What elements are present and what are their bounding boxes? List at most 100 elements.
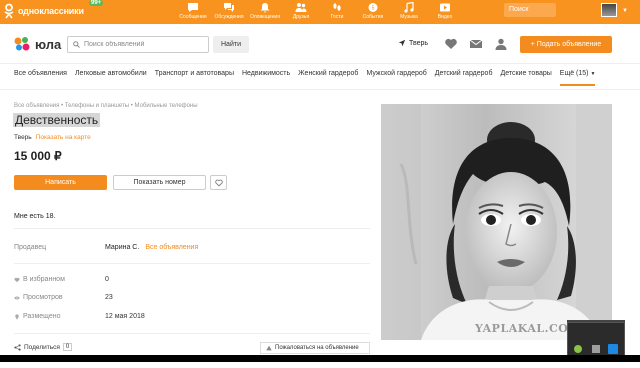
heart-icon <box>14 277 20 282</box>
category-item[interactable]: Все объявления <box>14 70 67 86</box>
category-item[interactable]: Мужской гардероб <box>366 70 426 86</box>
category-item[interactable]: Детский гардероб <box>435 70 493 86</box>
favorite-button[interactable] <box>210 175 227 190</box>
ok-nav-guests[interactable]: Гости <box>320 2 354 22</box>
mail-icon[interactable] <box>469 37 483 51</box>
stat-favorites: В избранном <box>14 276 65 283</box>
yula-logo-icon <box>14 37 30 51</box>
share-label: Поделиться <box>24 343 60 351</box>
heart-icon <box>214 179 223 186</box>
heart-icon[interactable] <box>444 37 458 51</box>
find-button[interactable]: Найти <box>213 36 249 53</box>
ok-nav-label: Видео <box>437 14 453 20</box>
category-item[interactable]: Детские товары <box>500 70 551 86</box>
category-more[interactable]: Ещё (15) ▼ <box>559 70 596 86</box>
report-label: Пожаловаться на объявление <box>275 345 359 351</box>
seller-label: Продавец <box>14 244 47 251</box>
stat-value: 23 <box>105 294 113 301</box>
ok-nav-notifications[interactable]: Оповещения <box>248 2 282 22</box>
ok-logo-text: одноклассники <box>18 6 84 16</box>
search-box[interactable] <box>67 36 209 53</box>
stat-views: Просмотров <box>14 294 63 301</box>
write-button[interactable]: Написать <box>14 175 107 190</box>
share-button[interactable]: Поделиться 0 <box>14 343 73 351</box>
video-icon <box>440 3 450 12</box>
category-item[interactable]: Недвижимость <box>242 70 290 86</box>
divider <box>14 228 370 229</box>
divider <box>0 89 640 90</box>
seller-all-ads-link[interactable]: Все объявления <box>145 244 198 251</box>
category-item[interactable]: Транспорт и автотовары <box>155 70 234 86</box>
seller-name[interactable]: Марина С. <box>105 244 139 251</box>
discussion-icon <box>224 3 234 12</box>
ok-nav-friends[interactable]: Друзья <box>284 2 318 22</box>
category-nav: Все объявления Легковые автомобили Транс… <box>14 70 603 86</box>
listing-description: Мне есть 18. <box>14 213 56 220</box>
pin-icon <box>15 313 19 320</box>
notification-badge: 99+ <box>89 0 104 6</box>
stat-label: Просмотров <box>23 294 63 301</box>
ok-logo-icon <box>4 3 14 19</box>
ok-nav-discussions[interactable]: Обсуждения <box>212 2 246 22</box>
search-input[interactable] <box>84 41 202 48</box>
ok-nav-label: Сообщения <box>179 14 207 20</box>
watermark: YAPLAKAL.COM <box>475 322 581 335</box>
taskbar <box>0 355 640 362</box>
stat-label: В избранном <box>23 276 65 283</box>
ok-nav-video[interactable]: Видео <box>428 2 462 22</box>
chat-icon <box>188 3 198 12</box>
yula-logo-text: юла <box>35 36 62 52</box>
report-button[interactable]: Пожаловаться на объявление <box>260 342 370 354</box>
ok-nav-label: Гости <box>330 14 344 20</box>
ok-logo[interactable]: одноклассники 99+ <box>3 0 104 19</box>
events-icon: 5 <box>368 3 378 12</box>
eye-icon <box>14 296 20 299</box>
share-icon <box>14 343 21 351</box>
city-selector[interactable]: Тверь <box>398 39 428 47</box>
city-label: Тверь <box>409 39 429 47</box>
yula-header: юла Найти Тверь + Подать объявление <box>0 24 640 64</box>
show-phone-button[interactable]: Показать номер <box>113 175 206 190</box>
yula-logo[interactable]: юла <box>13 36 61 52</box>
listing-price: 15 000 ₽ <box>14 149 62 163</box>
ok-search-input[interactable]: Поиск <box>504 3 556 17</box>
bell-icon <box>260 3 270 13</box>
ok-nav: Сообщения Обсуждения Оповещения Друзья Г… <box>176 2 464 22</box>
category-item[interactable]: Легковые автомобили <box>75 70 147 86</box>
share-count: 0 <box>62 343 73 351</box>
music-icon <box>404 2 414 13</box>
portrait-image <box>381 104 612 340</box>
ok-top-bar: одноклассники 99+ Сообщения Обсуждения О… <box>0 0 640 24</box>
listing-location: Тверь Показать на карте <box>14 134 91 141</box>
svg-text:5: 5 <box>372 6 375 12</box>
stat-label: Размещено <box>23 313 61 320</box>
ok-nav-label: Оповещения <box>250 14 280 20</box>
stat-value: 12 мая 2018 <box>105 313 145 320</box>
listing-photo[interactable] <box>381 104 612 340</box>
post-ad-button[interactable]: + Подать объявление <box>520 36 612 53</box>
breadcrumb[interactable]: Все объявления • Телефоны и планшеты • М… <box>14 103 198 109</box>
ok-nav-music[interactable]: Музыка <box>392 2 426 22</box>
ok-nav-messages[interactable]: Сообщения <box>176 2 210 22</box>
search-icon <box>73 41 80 48</box>
show-on-map-link[interactable]: Показать на карте <box>36 134 91 141</box>
avatar[interactable] <box>601 3 617 17</box>
ok-nav-label: Друзья <box>292 14 310 20</box>
divider <box>14 333 370 334</box>
ok-nav-label: Обсуждения <box>214 14 244 20</box>
category-item[interactable]: Женский гардероб <box>298 70 358 86</box>
stat-posted: Размещено <box>14 313 61 320</box>
ok-nav-label: События <box>362 14 384 20</box>
divider <box>14 263 370 264</box>
ok-nav-events[interactable]: 5 События <box>356 2 390 22</box>
footprints-icon <box>333 3 341 11</box>
chevron-down-icon[interactable]: ▼ <box>622 8 628 14</box>
friends-icon <box>295 3 307 12</box>
profile-icon[interactable] <box>494 37 508 51</box>
stat-value: 0 <box>105 276 109 283</box>
location-arrow-icon <box>398 39 406 47</box>
seller-info: Марина С. Все объявления <box>105 244 198 251</box>
warning-icon <box>266 345 272 351</box>
listing-city: Тверь <box>14 134 32 141</box>
page-title: Девственность <box>13 113 101 127</box>
